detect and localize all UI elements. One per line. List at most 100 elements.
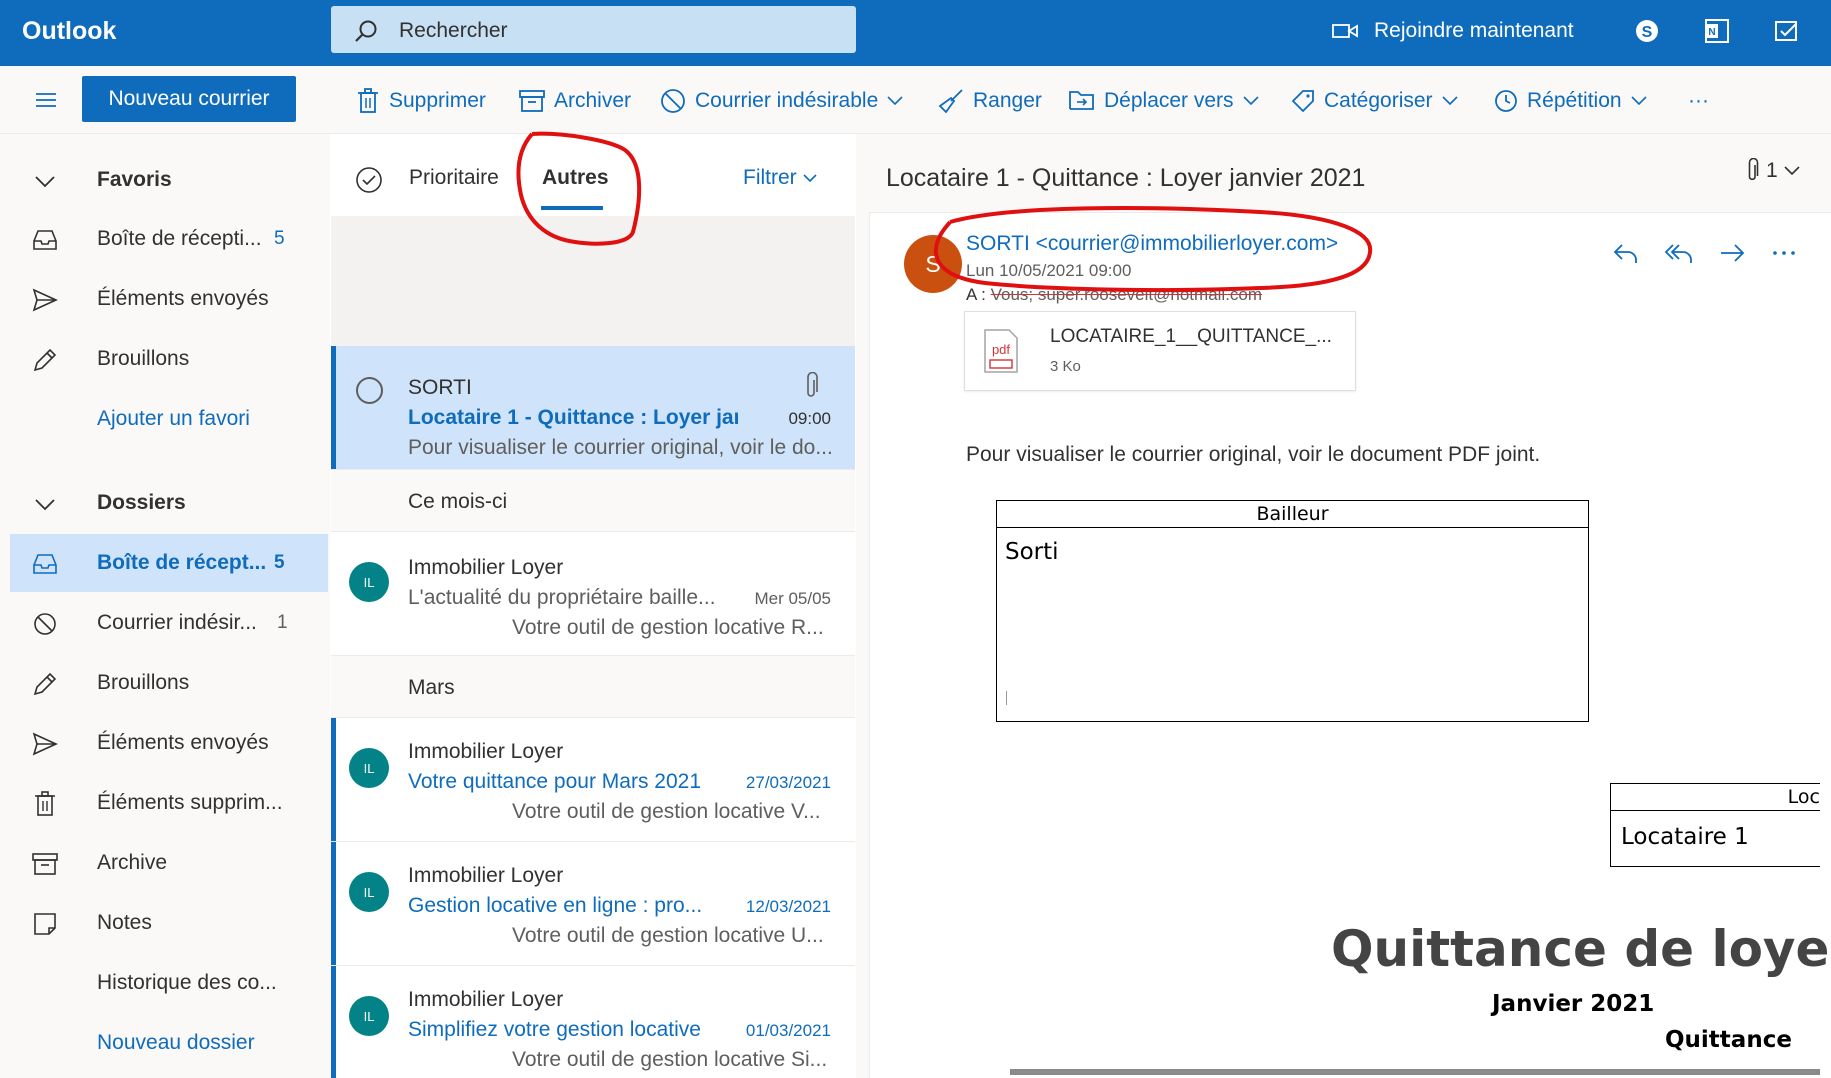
trash-icon xyxy=(358,88,378,113)
snooze-button[interactable]: Répétition xyxy=(1494,86,1647,116)
unread-count: 5 xyxy=(274,552,285,573)
join-now-label: Rejoindre maintenant xyxy=(1374,19,1574,42)
more-icon: ··· xyxy=(1688,89,1709,112)
list-item[interactable]: IL Immobilier Loyer L'actualité du propr… xyxy=(331,532,855,656)
forward-icon[interactable] xyxy=(1718,241,1746,265)
recipient-list[interactable]: Vous; super.roosevelt@hotmail.com xyxy=(991,285,1262,304)
message-list: Prioritaire Autres Filtrer SORTI Locatai… xyxy=(331,134,855,1078)
chevron-down-icon xyxy=(803,173,817,182)
message-subject: Votre quittance pour Mars 2021 xyxy=(408,770,702,793)
folder-deleted-label: Éléments supprim... xyxy=(97,791,283,814)
folder-inbox-label: Boîte de récept... xyxy=(97,551,267,574)
add-favorite-link[interactable]: Ajouter un favori xyxy=(10,390,328,448)
document-divider xyxy=(1010,1069,1820,1075)
message-sender: Immobilier Loyer xyxy=(408,864,564,887)
inbox-icon xyxy=(33,554,57,574)
pdf-file-icon: pdf xyxy=(984,329,1018,373)
folder-junk[interactable]: Courrier indésir... 1 xyxy=(10,594,328,652)
archive-button[interactable]: Archiver xyxy=(519,86,631,116)
more-actions-button[interactable]: ··· xyxy=(1688,86,1709,116)
archive-icon xyxy=(32,853,58,875)
list-item[interactable]: IL Immobilier Loyer Votre quittance pour… xyxy=(331,718,855,842)
more-icon[interactable] xyxy=(1770,241,1798,265)
message-card: S SORTI <courrier@immobilierloyer.com> L… xyxy=(869,212,1831,1078)
app-title[interactable]: Outlook xyxy=(22,17,116,46)
clock-icon xyxy=(1495,90,1517,112)
folder-pane: Favoris Boîte de récepti... 5 Éléments e… xyxy=(0,134,330,1078)
junk-mail-label: Courrier indésirable xyxy=(695,89,879,112)
sweep-button[interactable]: Ranger xyxy=(938,86,1042,116)
todo-icon[interactable] xyxy=(1772,16,1802,46)
move-to-button[interactable]: Déplacer vers xyxy=(1069,86,1259,116)
broom-icon xyxy=(938,89,963,114)
chevron-down-icon xyxy=(35,176,55,188)
junk-mail-button[interactable]: Courrier indésirable xyxy=(660,86,903,116)
folder-notes[interactable]: Notes xyxy=(10,894,328,952)
chevron-down-icon xyxy=(1784,166,1800,176)
video-camera-icon xyxy=(1332,24,1358,38)
hamburger-menu-icon[interactable] xyxy=(34,91,58,109)
favorites-item-inbox[interactable]: Boîte de récepti... 5 xyxy=(10,210,328,268)
inbox-icon xyxy=(33,230,57,250)
select-all-checkbox-icon[interactable] xyxy=(355,166,383,194)
message-list-header: Prioritaire Autres Filtrer xyxy=(331,134,855,216)
list-item[interactable]: IL Immobilier Loyer Gestion locative en … xyxy=(331,842,855,966)
favorites-item-sent-label: Éléments envoyés xyxy=(97,287,269,310)
attachment-name: LOCATAIRE_1__QUITTANCE_... xyxy=(1050,326,1332,347)
folder-conversation-history[interactable]: Historique des co... xyxy=(10,954,328,1012)
folder-drafts[interactable]: Brouillons xyxy=(10,654,328,712)
folders-header[interactable]: Dossiers xyxy=(10,474,328,532)
select-radio[interactable] xyxy=(356,377,383,404)
reply-all-icon[interactable] xyxy=(1664,241,1694,265)
filter-button[interactable]: Filtrer xyxy=(743,166,817,190)
skype-icon[interactable]: S xyxy=(1632,16,1662,46)
categorize-button[interactable]: Catégoriser xyxy=(1291,86,1458,116)
delete-label: Supprimer xyxy=(389,89,486,112)
sender-avatar: S xyxy=(904,235,962,293)
note-icon xyxy=(34,913,56,935)
message-subject: Simplifiez votre gestion locative xyxy=(408,1018,701,1041)
attachment-size: 3 Ko xyxy=(1050,358,1081,375)
list-item[interactable]: IL Immobilier Loyer Simplifiez votre ges… xyxy=(331,966,855,1078)
message-date: 12/03/2021 xyxy=(745,897,831,916)
landlord-box: Bailleur Sorti xyxy=(996,500,1589,722)
delete-button[interactable]: Supprimer xyxy=(356,86,486,116)
folder-deleted[interactable]: Éléments supprim... xyxy=(10,774,328,832)
new-folder-label: Nouveau dossier xyxy=(97,1031,255,1054)
svg-text:S: S xyxy=(1642,24,1653,41)
sender-address[interactable]: SORTI <courrier@immobilierloyer.com> xyxy=(966,232,1338,256)
message-preview: Votre outil de gestion locative R... xyxy=(512,616,824,639)
favorites-item-drafts[interactable]: Brouillons xyxy=(10,330,328,388)
new-folder-link[interactable]: Nouveau dossier xyxy=(10,1014,328,1072)
attachment-count: 1 xyxy=(1766,159,1778,182)
join-now-button[interactable]: Rejoindre maintenant xyxy=(1332,16,1574,46)
list-item[interactable]: SORTI Locataire 1 - Quittance : Loyer ja… xyxy=(331,346,855,470)
favorites-item-drafts-label: Brouillons xyxy=(97,347,190,370)
search-box[interactable]: Rechercher xyxy=(331,6,856,53)
onenote-feed-icon[interactable]: N xyxy=(1702,16,1732,46)
top-bar: Outlook Rechercher Rejoindre maintenant … xyxy=(0,0,1831,66)
folder-sent[interactable]: Éléments envoyés xyxy=(10,714,328,772)
message-preview: Votre outil de gestion locative U... xyxy=(512,924,824,947)
tab-other[interactable]: Autres xyxy=(542,166,609,190)
add-favorite-label: Ajouter un favori xyxy=(97,407,250,430)
chevron-down-icon xyxy=(35,499,55,511)
new-mail-button[interactable]: Nouveau courrier xyxy=(82,76,296,122)
favorites-item-inbox-label: Boîte de récepti... xyxy=(97,227,262,250)
folder-inbox[interactable]: Boîte de récept... 5 xyxy=(10,534,328,592)
favorites-item-sent[interactable]: Éléments envoyés xyxy=(10,270,328,328)
pdf-icon-label: pdf xyxy=(992,342,1010,357)
move-to-label: Déplacer vers xyxy=(1104,89,1234,112)
message-date: 09:00 xyxy=(788,409,831,428)
attachment-count-button[interactable]: 1 xyxy=(1746,158,1800,184)
search-input[interactable]: Rechercher xyxy=(399,19,508,43)
paperclip-icon xyxy=(807,372,818,397)
message-title: Locataire 1 - Quittance : Loyer janvier … xyxy=(886,164,1366,192)
reply-icon[interactable] xyxy=(1612,241,1640,265)
paperclip-icon xyxy=(1748,158,1759,181)
tab-focused[interactable]: Prioritaire xyxy=(409,166,499,190)
folder-archive[interactable]: Archive xyxy=(10,834,328,892)
favorites-header[interactable]: Favoris xyxy=(10,151,328,209)
avatar: IL xyxy=(349,872,389,912)
attachment-card[interactable]: pdf LOCATAIRE_1__QUITTANCE_... 3 Ko xyxy=(964,311,1356,391)
